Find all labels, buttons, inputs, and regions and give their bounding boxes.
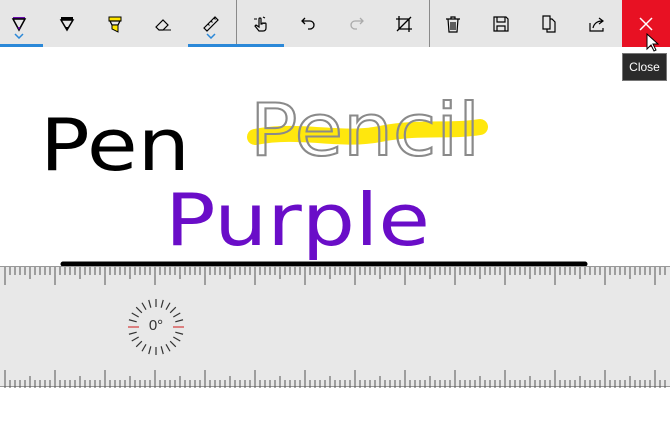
copy-icon [542,14,556,33]
touch-writing-button[interactable] [237,0,285,47]
eraser-button[interactable] [139,0,187,47]
highlighter-icon [108,16,122,33]
angle-tick [165,344,171,352]
redo-icon [350,17,364,30]
angle-label: 0° [148,317,164,334]
angle-tick [160,346,164,355]
chevron-down-icon [206,33,216,39]
ruler-button[interactable] [187,0,235,47]
pen-icon [11,16,27,32]
ink-word-pen: Pen [40,103,190,187]
angle-tick [173,336,181,342]
crop-icon [396,15,412,32]
touch-writing-icon [254,16,267,32]
crop-button[interactable] [380,0,428,47]
delete-button[interactable] [429,0,477,47]
undo-button[interactable] [285,0,333,47]
angle-tick [169,340,177,348]
trash-icon [446,15,460,33]
eraser-icon [155,18,171,31]
undo-icon [301,17,315,30]
pencil-icon [59,16,75,31]
angle-tick [141,302,147,310]
ink-word-pencil: Pencil [250,88,480,172]
angle-tick [141,344,147,352]
angle-tick [135,340,143,348]
chevron-down-icon [14,33,24,39]
close-icon [639,16,653,31]
angle-tick [160,299,164,308]
save-button[interactable] [477,0,525,47]
angle-tick [165,302,171,310]
highlighter-button[interactable] [91,0,139,47]
save-icon [493,15,509,32]
share-button[interactable] [573,0,621,47]
share-icon [589,17,604,32]
angle-tick [131,336,139,342]
angle-tick [148,299,152,308]
ruler-ticks [4,267,666,388]
redo-button[interactable] [332,0,380,47]
angle-tick [148,346,152,355]
ballpoint-pen-button[interactable] [0,0,43,47]
angle-tick [169,306,177,314]
angle-tick [135,306,143,314]
copy-button[interactable] [525,0,573,47]
ink-toolbar [0,0,670,47]
ruler[interactable] [0,266,670,388]
pencil-button[interactable] [43,0,91,47]
ruler-icon [203,15,219,32]
ink-word-purple: Purple [165,178,430,262]
